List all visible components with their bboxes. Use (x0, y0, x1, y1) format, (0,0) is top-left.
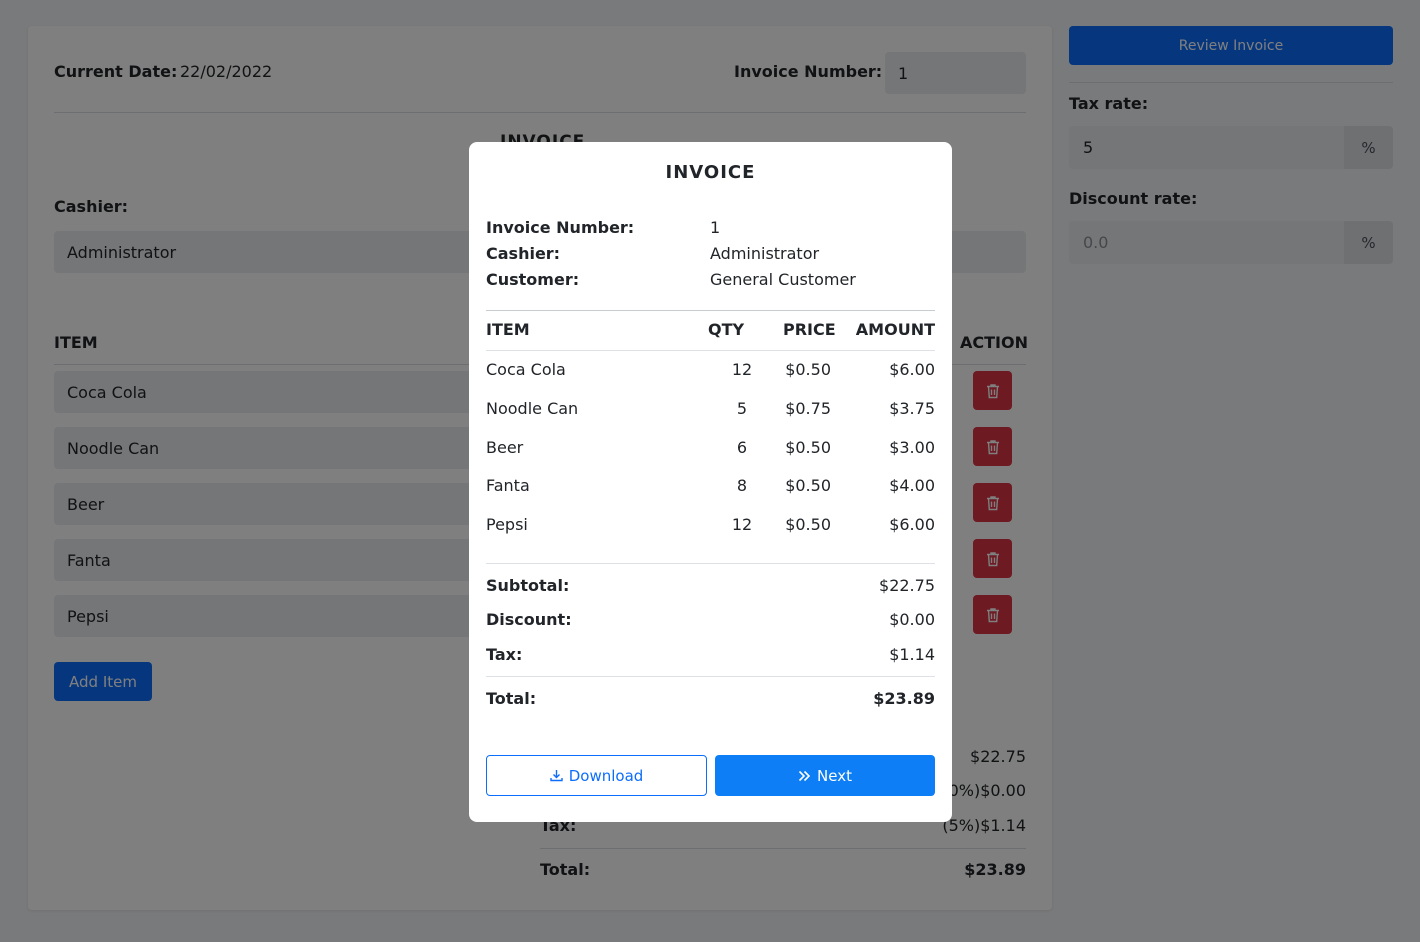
modal-total-value: $23.89 (873, 689, 935, 708)
next-button-label: Next (817, 766, 852, 785)
row-price: $0.50 (785, 438, 831, 457)
modal-cashier-value: Administrator (710, 244, 820, 263)
next-button[interactable]: Next (715, 755, 935, 796)
download-button-label: Download (568, 766, 644, 785)
row-item: Beer (486, 438, 524, 457)
modal-title: INVOICE (665, 162, 756, 183)
row-amount: $3.00 (889, 438, 935, 457)
modal-price-header: PRICE (783, 320, 836, 339)
modal-qty-header: QTY (708, 320, 745, 339)
invoice-preview-modal: INVOICE Invoice Number: 1 Cashier: Admin… (469, 142, 952, 822)
modal-table-bottom-divider (486, 563, 935, 564)
row-amount: $3.75 (889, 399, 935, 418)
modal-cashier-label: Cashier: (486, 244, 561, 263)
row-amount: $6.00 (889, 360, 935, 379)
modal-table-row: Beer 6 $0.50 $3.00 (486, 438, 935, 460)
modal-tax-value: $1.14 (889, 645, 935, 664)
modal-amount-header: AMOUNT (855, 320, 935, 339)
download-icon (550, 770, 563, 782)
modal-invoice-number-value: 1 (710, 218, 721, 237)
row-price: $0.50 (785, 360, 831, 379)
row-item: Noodle Can (486, 399, 579, 418)
modal-table-row: Noodle Can 5 $0.75 $3.75 (486, 399, 935, 421)
row-qty: 5 (736, 399, 748, 418)
modal-item-header: ITEM (486, 320, 530, 339)
row-qty: 6 (736, 438, 748, 457)
row-item: Pepsi (486, 515, 528, 534)
modal-table-row: Coca Cola 12 $0.50 $6.00 (486, 360, 935, 382)
modal-customer-value: General Customer (710, 270, 856, 289)
row-item: Fanta (486, 476, 530, 495)
modal-subtotal-label: Subtotal: (486, 576, 570, 595)
modal-tax-label: Tax: (486, 645, 523, 664)
row-qty: 12 (731, 360, 753, 379)
modal-table-header-divider (486, 350, 935, 351)
modal-invoice-number-label: Invoice Number: (486, 218, 635, 237)
row-price: $0.50 (785, 476, 831, 495)
modal-discount-value: $0.00 (889, 610, 935, 629)
row-price: $0.75 (785, 399, 831, 418)
modal-subtotal-value: $22.75 (879, 576, 935, 595)
row-price: $0.50 (785, 515, 831, 534)
modal-total-divider (486, 676, 935, 677)
row-amount: $6.00 (889, 515, 935, 534)
row-amount: $4.00 (889, 476, 935, 495)
double-chevron-right-icon (798, 770, 811, 781)
modal-table-row: Pepsi 12 $0.50 $6.00 (486, 515, 935, 537)
row-qty: 12 (731, 515, 753, 534)
modal-total-label: Total: (486, 689, 537, 708)
row-item: Coca Cola (486, 360, 566, 379)
modal-info-divider (486, 310, 935, 311)
row-qty: 8 (736, 476, 748, 495)
modal-customer-label: Customer: (486, 270, 580, 289)
download-button[interactable]: Download (486, 755, 707, 796)
modal-table-row: Fanta 8 $0.50 $4.00 (486, 476, 935, 498)
modal-discount-label: Discount: (486, 610, 572, 629)
